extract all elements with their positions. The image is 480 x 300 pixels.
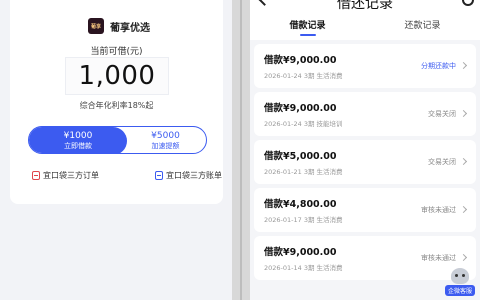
tab-repay-records[interactable]: 还款记录 xyxy=(365,14,480,40)
amount-value: 1,000 xyxy=(78,61,156,91)
brand-logo-text: 葡享 xyxy=(90,23,101,30)
amount-display: 1,000 xyxy=(65,57,169,95)
chevron-right-icon xyxy=(459,205,468,214)
screen-divider xyxy=(240,0,242,300)
record-status: 审核未通过 xyxy=(421,254,456,262)
borrow-amount: ¥1000 xyxy=(63,131,93,141)
record-amount: 借款¥9,000.00 xyxy=(264,55,337,66)
records-tabs: 借款记录 还款记录 xyxy=(250,14,480,40)
orders-link-label: 宜口袋三方订单 xyxy=(43,171,99,180)
left-screen: 葡享 葡享优选 当前可借(元) 1,000 综合年化利率18%起 ¥1000 立… xyxy=(0,0,232,300)
boost-limit-button[interactable]: ¥5000 加速提额 xyxy=(125,127,206,153)
list-item[interactable]: 借款¥5,000.00 2026-01-21 3期 生活消费 交易关闭 xyxy=(254,140,476,184)
third-party-orders-link[interactable]: 宜口袋三方订单 xyxy=(32,170,99,181)
record-status: 分期还款中 xyxy=(421,62,456,70)
record-status: 审核未通过 xyxy=(421,206,456,214)
chevron-right-icon xyxy=(459,253,468,262)
record-amount: 借款¥4,800.00 xyxy=(264,199,337,210)
available-label: 当前可借(元) xyxy=(90,47,143,57)
record-meta: 2026-01-14 3期 生活消费 xyxy=(264,264,343,272)
order-icon xyxy=(32,171,40,180)
list-item[interactable]: 借款¥9,000.00 2026-01-24 3期 生活消费 分期还款中 xyxy=(254,44,476,88)
loan-card: 葡享 葡享优选 当前可借(元) 1,000 综合年化利率18%起 ¥1000 立… xyxy=(10,0,223,204)
record-amount: 借款¥9,000.00 xyxy=(264,103,337,114)
right-screen: 借还记录 借款记录 还款记录 借款¥9,000.00 2026-01-24 3期… xyxy=(250,0,480,300)
bill-icon xyxy=(155,171,163,180)
record-meta: 2026-01-24 3期 生活消费 xyxy=(264,72,343,80)
chevron-right-icon xyxy=(459,61,468,70)
record-status: 交易关闭 xyxy=(428,110,456,118)
record-amount: 借款¥9,000.00 xyxy=(264,247,337,258)
boost-label: 加速提额 xyxy=(151,142,180,150)
customer-service-label: 企微客服 xyxy=(444,285,475,296)
rate-text: 综合年化利率18%起 xyxy=(79,101,154,110)
borrow-label: 立即借款 xyxy=(64,142,92,150)
amount-toggle: ¥1000 立即借款 ¥5000 加速提额 xyxy=(28,126,207,154)
bills-link-label: 宜口袋三方账单 xyxy=(166,171,222,180)
list-item[interactable]: 借款¥9,000.00 2026-01-24 3期 技能培训 交易关闭 xyxy=(254,92,476,136)
customer-service-button[interactable]: 企微客服 xyxy=(444,268,476,298)
mascot-icon xyxy=(451,268,469,284)
brand-row: 葡享 葡享优选 xyxy=(88,18,150,34)
list-item[interactable]: 借款¥4,800.00 2026-01-17 3期 生活消费 审核未通过 xyxy=(254,188,476,232)
chevron-right-icon xyxy=(459,157,468,166)
brand-logo: 葡享 xyxy=(88,18,104,34)
records-header: 借还记录 借款记录 还款记录 xyxy=(250,0,480,40)
page-title: 借还记录 xyxy=(337,0,393,12)
third-party-links: 宜口袋三方订单 宜口袋三方账单 xyxy=(32,170,222,181)
record-meta: 2026-01-21 3期 生活消费 xyxy=(264,168,343,176)
record-amount: 借款¥5,000.00 xyxy=(264,151,337,162)
chevron-right-icon xyxy=(459,109,468,118)
list-item[interactable]: 借款¥9,000.00 2026-01-14 3期 生活消费 审核未通过 xyxy=(254,236,476,280)
tab-borrow-records[interactable]: 借款记录 xyxy=(250,14,365,40)
third-party-bills-link[interactable]: 宜口袋三方账单 xyxy=(155,170,222,181)
brand-name: 葡享优选 xyxy=(110,22,150,34)
record-meta: 2026-01-24 3期 技能培训 xyxy=(264,120,343,128)
record-meta: 2026-01-17 3期 生活消费 xyxy=(264,216,343,224)
boost-amount: ¥5000 xyxy=(151,131,180,141)
record-status: 交易关闭 xyxy=(428,158,456,166)
borrow-now-button[interactable]: ¥1000 立即借款 xyxy=(29,127,127,153)
